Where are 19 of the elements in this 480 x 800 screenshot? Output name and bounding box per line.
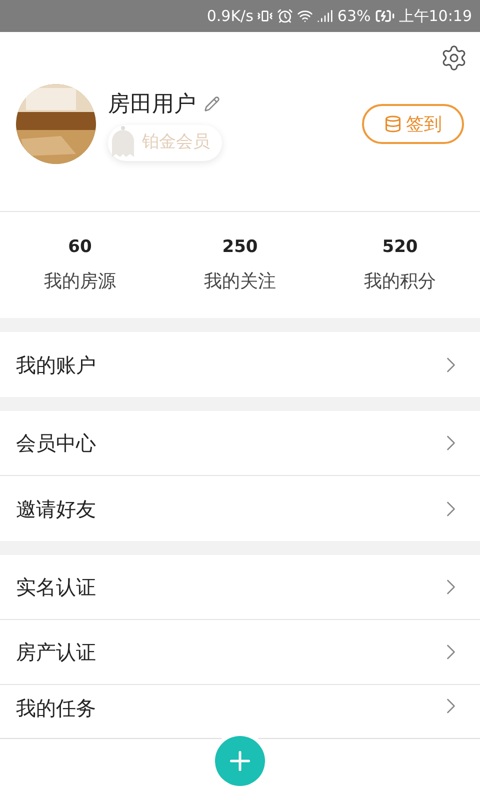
settings-icon[interactable] — [440, 44, 468, 72]
stat-label: 我的房源 — [44, 270, 116, 294]
wifi-icon — [297, 8, 314, 24]
stat-value: 520 — [382, 236, 418, 259]
battery-percent: 63% — [337, 6, 371, 27]
member-badge: 铂金会员 — [108, 124, 222, 160]
stat-label: 我的积分 — [364, 270, 436, 294]
stat-value: 250 — [222, 236, 258, 259]
edit-icon[interactable] — [204, 96, 220, 112]
add-button[interactable] — [215, 736, 265, 786]
coins-icon — [384, 115, 402, 133]
stat-label: 我的关注 — [204, 270, 276, 294]
alarm-icon — [277, 8, 294, 24]
clock: 上午10:19 — [398, 6, 472, 27]
signal-icon — [317, 8, 334, 24]
network-speed: 0.9K/s — [206, 6, 254, 27]
vibrate-icon — [257, 8, 274, 24]
stat-value: 60 — [68, 236, 92, 259]
user-name: 房田用户 — [108, 90, 196, 118]
